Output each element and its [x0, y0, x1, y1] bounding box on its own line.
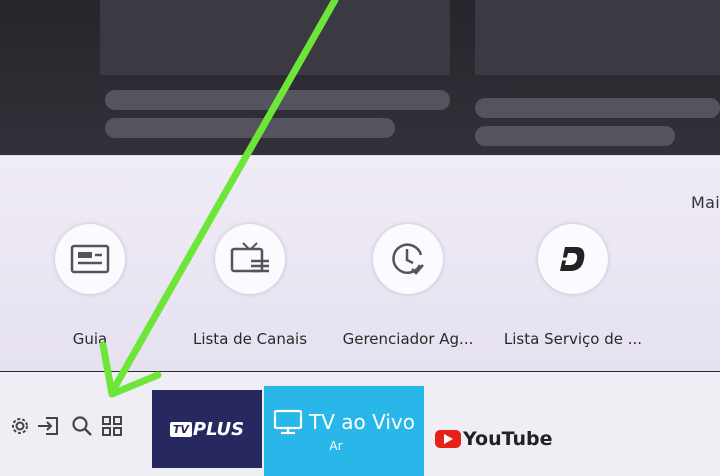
app-tile-tvplus[interactable]: TV PLUS	[152, 390, 262, 468]
quick-item-label: Lista Serviço de ...	[503, 330, 643, 348]
quick-item-gerenciador[interactable]: Gerenciador Ag...	[323, 224, 493, 348]
youtube-play-icon	[435, 430, 461, 448]
quick-access-panel: Mai Guia Lista de Canais Gerenciador Ag.…	[0, 155, 720, 371]
tvplus-label: PLUS	[192, 418, 245, 440]
live-sublabel: Ar	[329, 439, 343, 453]
clock-check-icon	[373, 224, 443, 294]
app-tile-tv-ao-vivo[interactable]: TV ao Vivo Ar	[264, 386, 424, 476]
tv-icon	[273, 409, 303, 435]
quick-item-service-list[interactable]: Lista Serviço de ...	[488, 224, 658, 348]
quick-item-label: Lista de Canais	[192, 330, 308, 348]
placeholder-bar	[475, 126, 675, 146]
guide-icon	[55, 224, 125, 294]
quick-item-channel-list[interactable]: Lista de Canais	[165, 224, 335, 348]
placeholder-bar	[105, 118, 395, 138]
service-d-icon	[538, 224, 608, 294]
source-icon[interactable]	[36, 414, 60, 438]
apps-icon[interactable]	[100, 414, 124, 438]
channel-list-icon	[215, 224, 285, 294]
app-tile-youtube[interactable]: YouTube	[435, 424, 552, 454]
live-label: TV ao Vivo	[309, 410, 415, 434]
settings-icon[interactable]	[8, 414, 32, 438]
more-label[interactable]: Mai	[691, 193, 720, 212]
quick-item-label: Guia	[72, 330, 108, 348]
bottom-bar: TV PLUS TV ao Vivo Ar YouTube	[0, 372, 720, 476]
placeholder-bar	[475, 98, 720, 118]
tvplus-badge: TV	[169, 421, 192, 437]
content-tile	[100, 0, 450, 75]
tv-background	[0, 0, 720, 160]
quick-item-guia[interactable]: Guia	[5, 224, 175, 348]
quick-item-label: Gerenciador Ag...	[342, 330, 474, 348]
content-tile	[475, 0, 720, 75]
youtube-label: YouTube	[463, 428, 553, 450]
placeholder-bar	[105, 90, 450, 110]
search-icon[interactable]	[70, 414, 94, 438]
